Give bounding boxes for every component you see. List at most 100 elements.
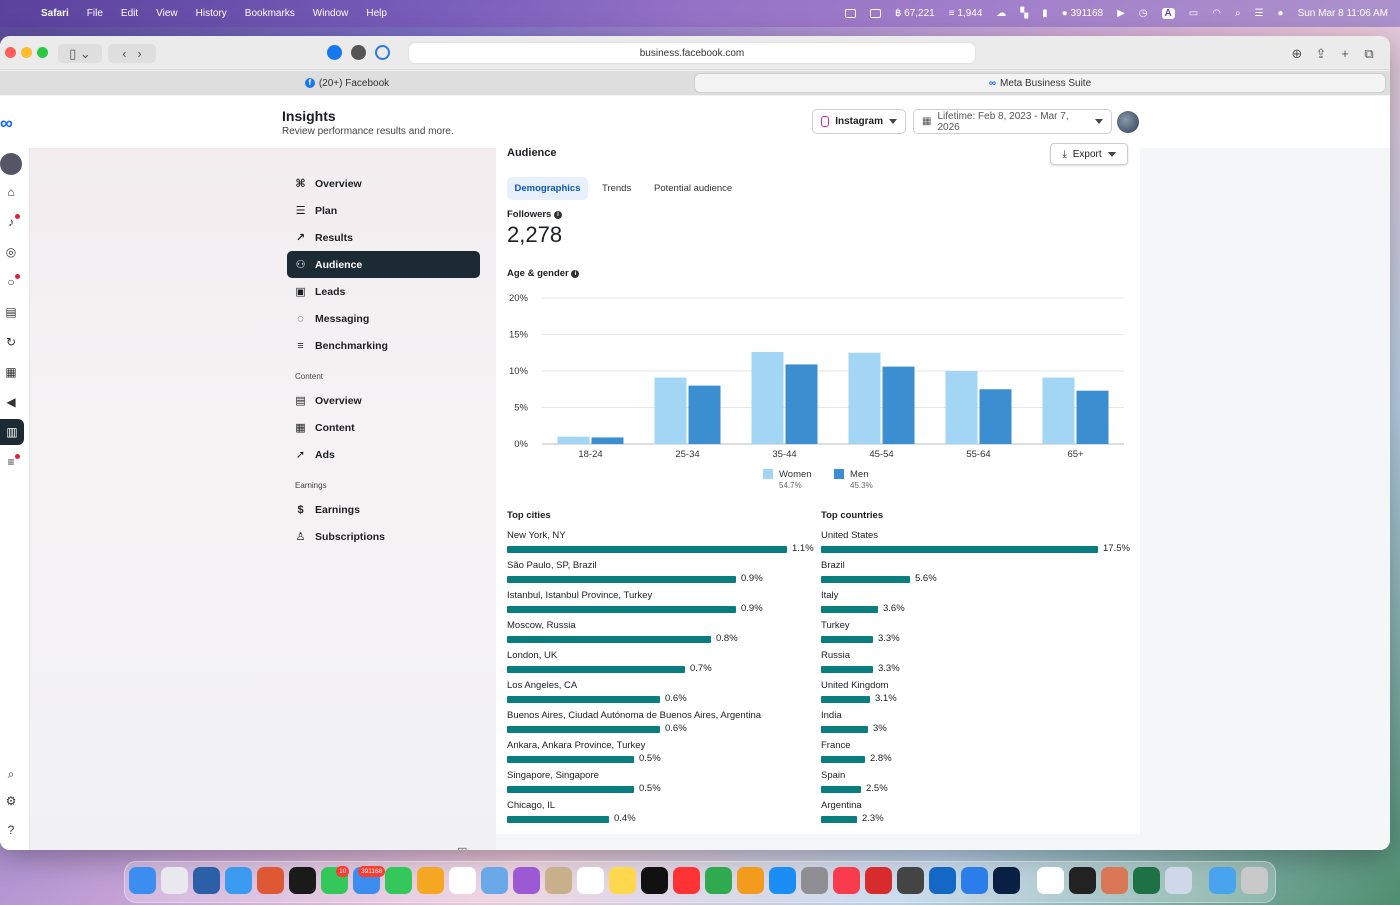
contacts-icon[interactable] [545, 867, 572, 894]
reminders-icon[interactable] [577, 867, 604, 894]
status-stat-1[interactable]: ฿ 67,221 [895, 8, 935, 19]
duckduckgo-icon[interactable] [257, 867, 284, 894]
preview-icon[interactable] [481, 867, 508, 894]
menu-view[interactable]: View [156, 8, 178, 19]
help-icon[interactable]: ? [0, 819, 22, 841]
date-range-dropdown[interactable]: ▦ Lifetime: Feb 8, 2023 - Mar 7, 2026 [913, 109, 1112, 134]
sidebar-toggle-icon[interactable]: ▯ ⌄ [58, 44, 102, 63]
podcasts-icon[interactable] [513, 867, 540, 894]
account-avatar[interactable] [1117, 111, 1139, 133]
music-icon[interactable] [833, 867, 860, 894]
telegram-icon[interactable] [193, 867, 220, 894]
tv-icon[interactable] [641, 867, 668, 894]
new-tab-icon[interactable]: + [1336, 44, 1354, 63]
settings-icon[interactable]: ⚙ [0, 790, 22, 812]
safari-icon[interactable] [225, 867, 252, 894]
chatgpt-icon[interactable] [1037, 867, 1064, 894]
profile-avatar[interactable] [0, 153, 22, 175]
input-source-icon[interactable]: A [1161, 8, 1175, 19]
platform-dropdown[interactable]: Instagram [812, 109, 906, 134]
downloads-folder-icon[interactable] [1209, 867, 1236, 894]
menu-history[interactable]: History [196, 8, 227, 19]
finder-icon[interactable] [129, 867, 156, 894]
news-icon[interactable] [673, 867, 700, 894]
control-center-icon[interactable]: ☰ [1255, 8, 1264, 19]
nav-item-overview[interactable]: ⌘ Overview [287, 170, 480, 197]
info-icon[interactable]: i [571, 270, 580, 278]
trash-icon[interactable] [1241, 867, 1268, 894]
calendar-icon[interactable] [449, 867, 476, 894]
datetime[interactable]: Sun Mar 8 11:06 AM [1298, 8, 1388, 19]
menu-window[interactable]: Window [313, 8, 349, 19]
extension-grammar-icon[interactable] [351, 45, 366, 60]
status-icon-1[interactable] [845, 9, 857, 18]
clock-icon[interactable]: ◷ [1139, 8, 1148, 19]
vpn-icon[interactable] [897, 867, 924, 894]
play-icon[interactable]: ▶ [1117, 8, 1125, 19]
nav-item-ads[interactable]: ➚ Ads [287, 441, 480, 468]
tab-potential-audience[interactable]: Potential audience [654, 183, 732, 194]
wifi-icon[interactable]: ◠ [1212, 8, 1221, 19]
system-settings-icon[interactable] [801, 867, 828, 894]
extension-check-icon[interactable] [327, 45, 342, 60]
tab-demographics[interactable]: Demographics [507, 177, 588, 200]
calendar-rail-icon[interactable]: ▦ [0, 361, 22, 383]
collapse-sidebar-icon[interactable]: ◫ [457, 845, 467, 850]
nav-item-messaging[interactable]: ◌ Messaging [287, 305, 480, 332]
nav-item-earnings[interactable]: $ Earnings [287, 496, 480, 523]
menu-bookmarks[interactable]: Bookmarks [245, 8, 295, 19]
photos-icon[interactable] [417, 867, 444, 894]
nav-item-subscriptions[interactable]: ♙ Subscriptions [287, 523, 480, 550]
terminal-icon[interactable] [1069, 867, 1096, 894]
insights-icon[interactable]: ▥ [0, 419, 24, 445]
planner-icon[interactable]: ↻ [0, 331, 22, 353]
tab-meta-business-suite[interactable]: ∞ Meta Business Suite [694, 73, 1386, 93]
extension-target-icon[interactable] [375, 45, 390, 60]
search-rail-icon[interactable]: ⌕ [0, 763, 22, 785]
battery-small-icon[interactable]: ▮ [1042, 8, 1048, 19]
siri-icon[interactable]: ● [1278, 8, 1284, 19]
menu-app-name[interactable]: Safari [41, 8, 69, 19]
share-icon[interactable]: ⇪ [1312, 44, 1330, 63]
menu-edit[interactable]: Edit [121, 8, 138, 19]
grid-status-icon[interactable]: ▚ [1020, 8, 1028, 19]
downloads-icon[interactable]: ⊕ [1288, 44, 1306, 63]
app-store-icon[interactable] [769, 867, 796, 894]
nav-item-plan[interactable]: ☰ Plan [287, 197, 480, 224]
numbers-icon[interactable] [705, 867, 732, 894]
zoom-window-icon[interactable] [37, 47, 48, 58]
status-icon-2[interactable] [870, 9, 882, 18]
nav-item-content[interactable]: ▦ Content [287, 414, 480, 441]
pages-icon[interactable] [737, 867, 764, 894]
nav-item-benchmarking[interactable]: ≡ Benchmarking [287, 332, 480, 359]
search-icon[interactable]: ⌕ [1235, 8, 1241, 19]
info-icon[interactable]: i [553, 211, 562, 219]
compass-icon[interactable]: ◎ [0, 241, 22, 263]
mail-status[interactable]: ● 391168 [1062, 8, 1103, 19]
meta-logo-icon[interactable]: ∞ [0, 113, 13, 134]
minimize-window-icon[interactable] [21, 47, 32, 58]
acrobat-icon[interactable] [865, 867, 892, 894]
menu-help[interactable]: Help [366, 8, 387, 19]
nav-item-leads[interactable]: ▣ Leads [287, 278, 480, 305]
megaphone-icon[interactable]: ◀ [0, 391, 22, 413]
facetime-icon[interactable] [385, 867, 412, 894]
outlook-icon[interactable] [929, 867, 956, 894]
inbox-icon[interactable]: ▤ [0, 301, 22, 323]
export-button[interactable]: ⤓ Export [1050, 143, 1128, 165]
tab-overview-icon[interactable]: ⧉ [1360, 44, 1378, 63]
cloud-icon[interactable]: ☁ [996, 8, 1006, 19]
claude-icon[interactable] [1101, 867, 1128, 894]
tab-trends[interactable]: Trends [602, 183, 631, 194]
back-forward-buttons[interactable]: ‹ › [108, 44, 156, 63]
address-bar[interactable]: business.facebook.com [408, 42, 976, 64]
photoshop-icon[interactable] [993, 867, 1020, 894]
nav-item-overview[interactable]: ▤ Overview [287, 387, 480, 414]
nav-item-audience[interactable]: ⚇ Audience [287, 251, 480, 278]
battery-icon[interactable]: ▭ [1189, 8, 1198, 19]
home-icon[interactable]: ⌂ [0, 181, 22, 203]
menu-file[interactable]: File [87, 8, 103, 19]
threads-icon[interactable] [289, 867, 316, 894]
launchpad-icon[interactable] [161, 867, 188, 894]
status-stat-2[interactable]: ≡ 1,944 [949, 8, 983, 19]
